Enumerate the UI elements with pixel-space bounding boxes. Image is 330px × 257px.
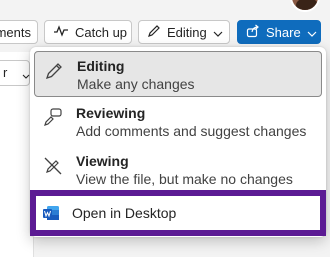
toolbar: ments Catch up Editing Share [0, 0, 330, 52]
word-icon [42, 204, 60, 222]
share-label: Share [266, 24, 301, 40]
menu-item-description: Make any changes [77, 76, 195, 92]
chevron-down-icon [307, 25, 317, 40]
menu-item-editing[interactable]: Editing Make any changes [34, 51, 322, 97]
menu-item-title: Reviewing [76, 105, 146, 121]
chevron-down-icon [213, 25, 223, 40]
open-in-desktop-item[interactable]: Open in Desktop [36, 196, 320, 230]
menu-item-title: Viewing [76, 153, 129, 169]
menu-item-viewing[interactable]: Viewing View the file, but make no chang… [34, 147, 322, 193]
share-icon [246, 24, 260, 41]
share-button[interactable]: Share [237, 20, 321, 44]
editing-mode-label: Editing [167, 24, 207, 40]
chevron-down-icon [22, 67, 30, 85]
pencil-icon [43, 60, 65, 82]
pencil-icon [147, 24, 161, 41]
catch-up-button[interactable]: Catch up [44, 20, 132, 44]
open-in-desktop-label: Open in Desktop [72, 205, 177, 221]
menu-item-description: View the file, but make no changes [76, 171, 293, 187]
editing-mode-button[interactable]: Editing [138, 20, 230, 44]
menu-item-reviewing[interactable]: Reviewing Add comments and suggest chang… [34, 99, 322, 145]
activity-icon [53, 24, 69, 40]
menu-item-title: Editing [77, 58, 125, 74]
comments-label: ments [0, 24, 31, 40]
avatar[interactable] [290, 0, 320, 12]
catch-up-label: Catch up [75, 24, 128, 40]
no-edit-icon [42, 155, 64, 177]
review-icon [42, 107, 64, 129]
comments-button[interactable]: ments [0, 20, 38, 44]
menu-item-description: Add comments and suggest changes [76, 123, 307, 139]
style-select-value: r [3, 65, 8, 80]
